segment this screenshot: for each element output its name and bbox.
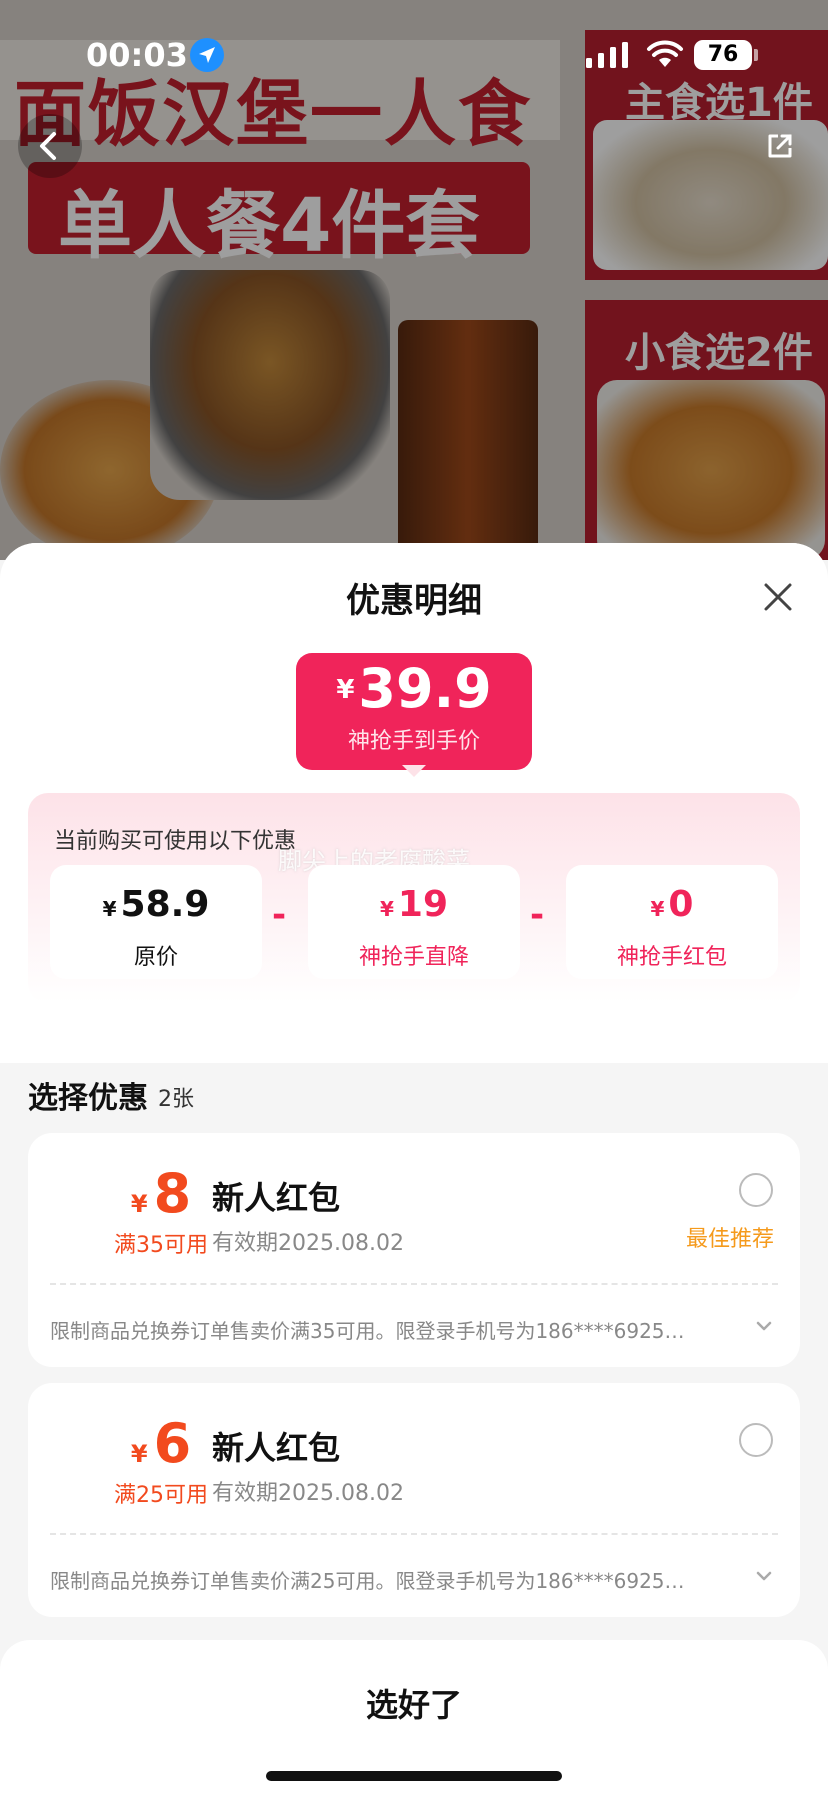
available-discounts-box: 当前购买可使用以下优惠 脚尖上的老腐酸菜 ¥58.9 原价 - ¥19 神抢手直…	[28, 793, 800, 1003]
original-price-label: 原价	[133, 945, 178, 970]
coupon-count: 2张	[158, 1087, 194, 1112]
final-price-amount: 39.9	[358, 657, 492, 720]
coupon-amount-value: 8	[153, 1162, 192, 1225]
coupon-divider	[50, 1283, 778, 1285]
signal-icon	[586, 42, 628, 68]
direct-discount-currency: ¥	[379, 897, 394, 921]
original-price-currency: ¥	[102, 897, 117, 921]
chevron-down-icon[interactable]	[754, 1319, 774, 1333]
wifi-icon	[647, 40, 683, 67]
red-packet-value: 0	[668, 884, 694, 925]
coupon-validity: 有效期2025.08.02	[212, 1231, 404, 1256]
coupon-card[interactable]: ¥6 满25可用 新人红包 有效期2025.08.02 限制商品兑换券订单售卖价…	[28, 1383, 800, 1617]
battery-icon: 76	[694, 40, 752, 70]
back-arrow-icon	[40, 132, 56, 160]
available-discounts-label: 当前购买可使用以下优惠	[54, 829, 297, 854]
coupon-amount-value: 6	[153, 1412, 192, 1475]
discount-detail-sheet: 优惠明细 ¥39.9 神抢手到手价 当前购买可使用以下优惠 脚尖上的老腐酸菜 ¥…	[0, 543, 828, 1795]
back-button[interactable]	[18, 114, 82, 178]
coupon-select-radio[interactable]	[739, 1173, 773, 1207]
product-hero-image: 面饭汉堡一人食 单人餐4件套 主食选1件 小食选2件	[0, 0, 828, 560]
direct-discount-value: 19	[397, 884, 449, 925]
location-arrow-icon	[190, 38, 224, 72]
coupon-divider	[50, 1533, 778, 1535]
close-button[interactable]	[752, 571, 804, 623]
red-packet-label: 神抢手红包	[616, 945, 727, 970]
direct-discount-card: ¥19 神抢手直降	[308, 865, 520, 979]
confirm-button[interactable]: 选好了	[0, 1670, 828, 1740]
original-price-value: 58.9	[120, 884, 210, 925]
coupon-currency: ¥	[130, 1440, 148, 1468]
coupon-title: 新人红包	[212, 1179, 341, 1217]
status-time: 00:03	[86, 36, 188, 74]
red-packet-card: ¥0 神抢手红包	[566, 865, 778, 979]
red-packet-currency: ¥	[650, 897, 665, 921]
coupon-title: 新人红包	[212, 1429, 341, 1467]
sheet-title: 优惠明细	[346, 581, 482, 621]
coupon-card[interactable]: ¥8 满35可用 新人红包 有效期2025.08.02 最佳推荐 限制商品兑换券…	[28, 1133, 800, 1367]
coupon-rule: 限制商品兑换券订单售卖价满35可用。限登录手机号为186****6925…	[50, 1319, 685, 1343]
screen: 面饭汉堡一人食 单人餐4件套 主食选1件 小食选2件 00:03 76 优惠明细…	[0, 0, 828, 1795]
price-pointer	[402, 765, 426, 777]
coupon-select-radio[interactable]	[739, 1423, 773, 1457]
share-button[interactable]	[748, 114, 812, 178]
final-price-currency: ¥	[336, 675, 355, 705]
minus-operator: -	[272, 895, 287, 935]
coupon-validity: 有效期2025.08.02	[212, 1481, 404, 1506]
share-icon	[768, 134, 792, 158]
original-price-card: ¥58.9 原价	[50, 865, 262, 979]
chevron-down-icon[interactable]	[754, 1569, 774, 1583]
minus-operator: -	[530, 895, 545, 935]
modal-overlay[interactable]	[0, 0, 828, 560]
coupon-currency: ¥	[130, 1190, 148, 1218]
close-icon	[764, 583, 792, 611]
select-coupon-title: 选择优惠	[28, 1081, 148, 1116]
final-price-caption: 神抢手到手价	[347, 729, 480, 754]
final-price-badge: ¥39.9 神抢手到手价	[296, 653, 532, 770]
direct-discount-label: 神抢手直降	[358, 945, 469, 970]
coupon-rule: 限制商品兑换券订单售卖价满25可用。限登录手机号为186****6925…	[50, 1569, 685, 1593]
home-indicator[interactable]	[266, 1771, 562, 1781]
battery-cap	[754, 49, 758, 61]
best-recommend-badge: 最佳推荐	[686, 1227, 775, 1252]
